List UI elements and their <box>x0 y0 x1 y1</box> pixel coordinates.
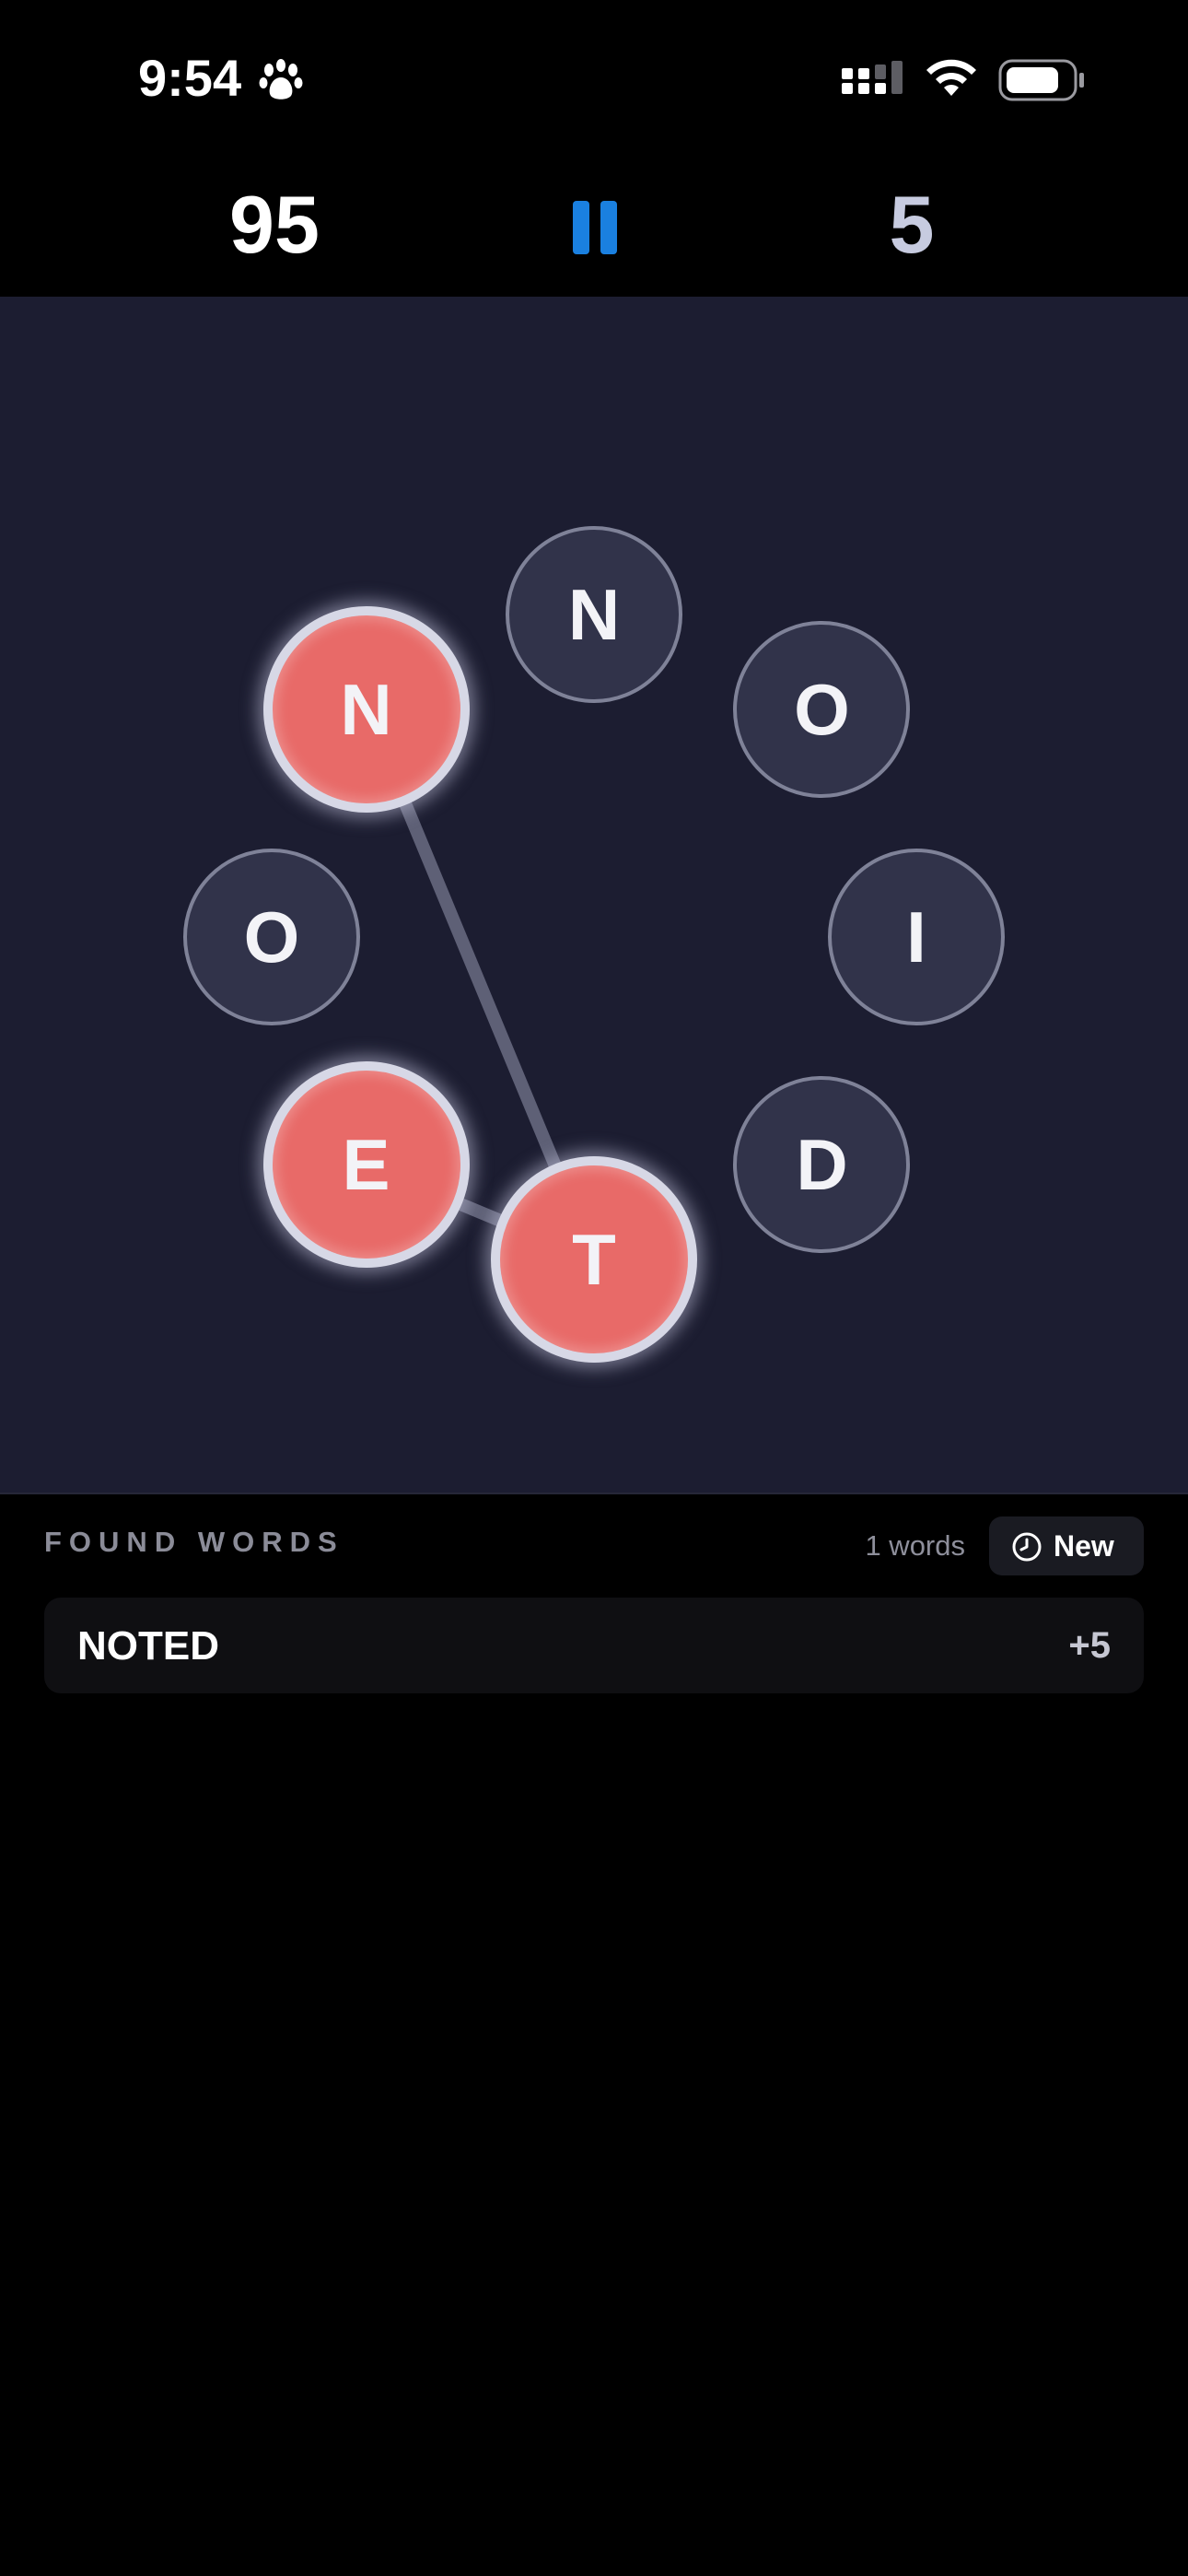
pause-button[interactable] <box>562 193 626 263</box>
score-header: 95 5 <box>0 157 1188 297</box>
battery-icon <box>998 59 1084 101</box>
paw-icon <box>259 59 303 100</box>
tile-letter: E <box>342 1124 390 1206</box>
found-words-panel: FOUND WORDS 1 words New NOTED +5 <box>0 1493 1188 2576</box>
tile-letter: N <box>567 574 621 655</box>
cellular-signal-icon <box>842 61 903 94</box>
clock-icon <box>1012 1532 1042 1562</box>
letter-tile[interactable]: E <box>262 1061 470 1269</box>
game-screen: 9:54 95 5 N O I D T E O N FOUND WORDS 1 … <box>0 0 1188 2576</box>
found-word-points: +5 <box>1068 1625 1111 1666</box>
status-bar: 9:54 <box>0 0 1188 157</box>
letter-tile[interactable]: D <box>733 1076 911 1254</box>
letter-tile[interactable]: N <box>262 605 470 813</box>
status-time: 9:54 <box>138 49 242 107</box>
tile-letter: T <box>572 1219 616 1300</box>
letter-tile[interactable]: I <box>828 849 1005 1025</box>
score-value: 95 <box>229 179 320 270</box>
tile-letter: O <box>794 668 850 750</box>
letter-tile[interactable]: T <box>491 1156 697 1363</box>
letter-tile[interactable]: N <box>506 526 682 703</box>
letter-tile[interactable]: O <box>183 849 360 1025</box>
wifi-icon <box>926 59 976 96</box>
letter-tile[interactable]: O <box>733 620 911 798</box>
tile-letter: D <box>796 1124 848 1206</box>
word-count: 1 words <box>865 1529 965 1562</box>
tile-letter: N <box>340 668 392 750</box>
found-word: NOTED <box>77 1623 219 1669</box>
tile-letter: O <box>243 896 300 978</box>
found-words-title: FOUND WORDS <box>44 1526 344 1558</box>
sort-new-label: New <box>1054 1529 1114 1563</box>
moves-value: 5 <box>889 179 935 270</box>
sort-new-button[interactable]: New <box>989 1516 1144 1575</box>
found-word-row[interactable]: NOTED +5 <box>44 1598 1144 1693</box>
tile-letter: I <box>906 896 926 978</box>
letter-board: N O I D T E O N <box>0 297 1188 1493</box>
